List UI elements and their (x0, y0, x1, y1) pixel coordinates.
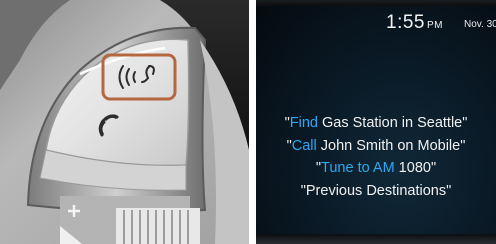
command-text: Gas Station in Seattle (317, 115, 463, 131)
steering-wheel-photo (0, 0, 249, 244)
clock-time: 1:55 (386, 12, 425, 33)
voice-command-example: "Tune to AM 1080" (315, 160, 437, 176)
steering-wheel-illustration (0, 0, 249, 244)
command-keyword: Call (291, 138, 317, 154)
command-keyword: Tune to AM (321, 160, 395, 176)
voice-command-example: "Call John Smith on Mobile" (286, 138, 466, 154)
clock-ampm: PM (426, 20, 443, 31)
command-text: 1080 (394, 160, 431, 176)
command-text: John Smith on Mobile (316, 138, 461, 154)
date-display: Nov. 30 (464, 19, 496, 30)
scroll-wheel (116, 208, 200, 244)
screen-bezel-top (256, 0, 496, 6)
command-text: Previous Destinations (305, 183, 447, 199)
voice-command-example: "Find Gas Station in Seattle" (284, 115, 468, 131)
command-keyword: Find (289, 115, 318, 131)
screen-bezel-bottom (256, 234, 496, 244)
clock-display: 1:55 PM (386, 12, 443, 34)
voice-command-example: "Previous Destinations" (300, 183, 452, 199)
infotainment-screen-photo: 1:55 PM Nov. 30 "Find Gas Station in Seat… (256, 0, 496, 244)
